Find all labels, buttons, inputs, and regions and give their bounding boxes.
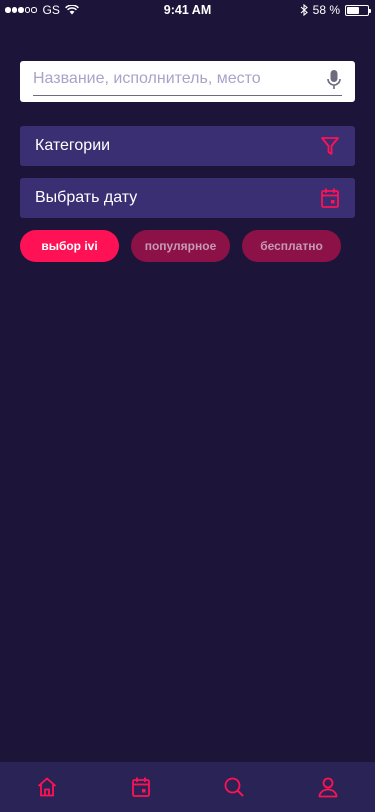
search-underline (33, 95, 342, 96)
categories-button[interactable]: Категории (20, 126, 355, 166)
mic-icon[interactable] (326, 69, 342, 91)
nav-profile[interactable] (298, 762, 358, 812)
search-input[interactable] (33, 67, 323, 91)
status-bar: GS 9:41 AM 58 % (0, 0, 375, 20)
chip-ivi-choice[interactable]: выбор ivi (20, 230, 119, 262)
calendar-icon (131, 777, 150, 797)
bottom-nav (0, 762, 375, 812)
select-date-label: Выбрать дату (35, 189, 138, 206)
chip-group: выбор ivi популярное бесплатно (20, 230, 341, 262)
status-right: 58 % (300, 3, 371, 17)
bluetooth-icon (300, 4, 308, 16)
filter-icon (321, 137, 339, 155)
select-date-button[interactable]: Выбрать дату (20, 178, 355, 218)
search-box (20, 61, 355, 102)
battery-icon (345, 4, 371, 16)
screen: GS 9:41 AM 58 % Категор (0, 0, 375, 812)
calendar-icon (321, 188, 339, 208)
chip-popular[interactable]: популярное (131, 230, 230, 262)
battery-percent: 58 % (312, 3, 340, 17)
nav-calendar[interactable] (111, 762, 171, 812)
categories-label: Категории (35, 137, 111, 154)
chip-free[interactable]: бесплатно (242, 230, 341, 262)
battery-level (347, 6, 359, 14)
home-icon (37, 777, 56, 797)
search-icon (224, 777, 245, 797)
nav-search[interactable] (204, 762, 264, 812)
nav-home[interactable] (17, 762, 77, 812)
profile-icon (318, 777, 338, 798)
